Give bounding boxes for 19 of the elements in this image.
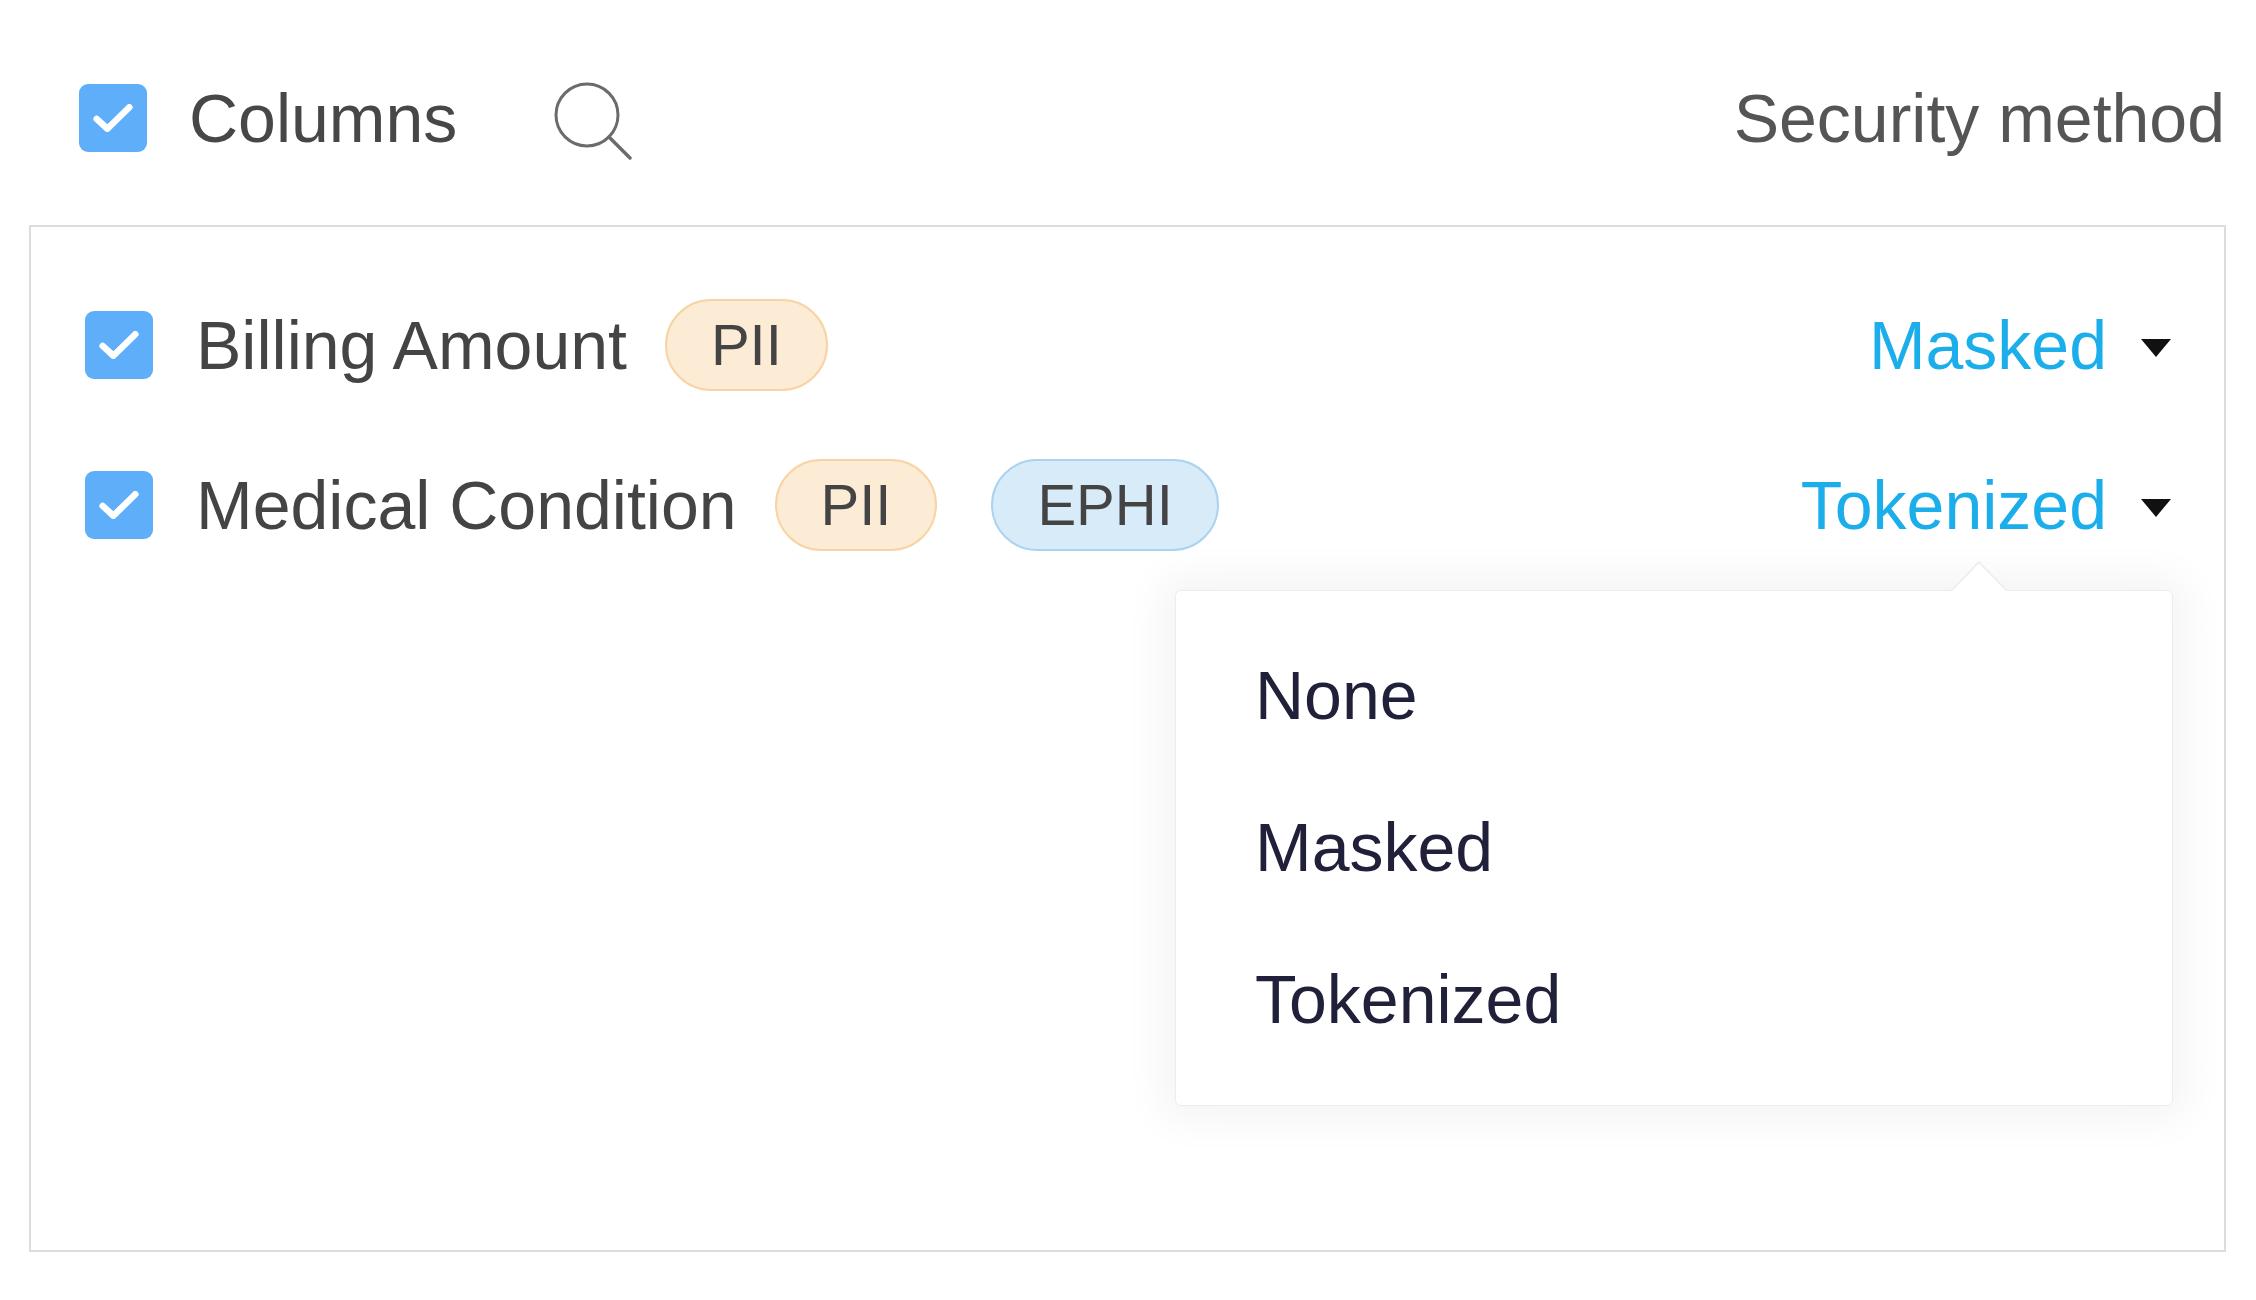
checkbox[interactable] — [85, 311, 153, 379]
column-heading: Security method — [1733, 79, 2225, 158]
tag: EPHI — [991, 459, 1219, 551]
menu-item[interactable]: Masked — [1176, 771, 2172, 923]
menu-item[interactable]: Tokenized — [1176, 923, 2172, 1075]
tag: PII — [774, 459, 938, 551]
column-name: Medical Condition — [196, 466, 737, 545]
column-name: Billing Amount — [196, 306, 627, 385]
checkbox[interactable] — [85, 471, 153, 539]
checkmark-icon — [93, 104, 133, 132]
checkmark-icon — [99, 331, 139, 359]
search-icon[interactable] — [552, 82, 633, 160]
caret-icon — [2141, 339, 2171, 357]
tag: PII — [664, 299, 828, 391]
caret-icon — [2141, 499, 2171, 517]
menu-item[interactable]: None — [1176, 619, 2172, 771]
checkbox[interactable] — [79, 84, 147, 152]
checkmark-icon — [99, 491, 139, 519]
columns-label: Columns — [189, 79, 458, 158]
